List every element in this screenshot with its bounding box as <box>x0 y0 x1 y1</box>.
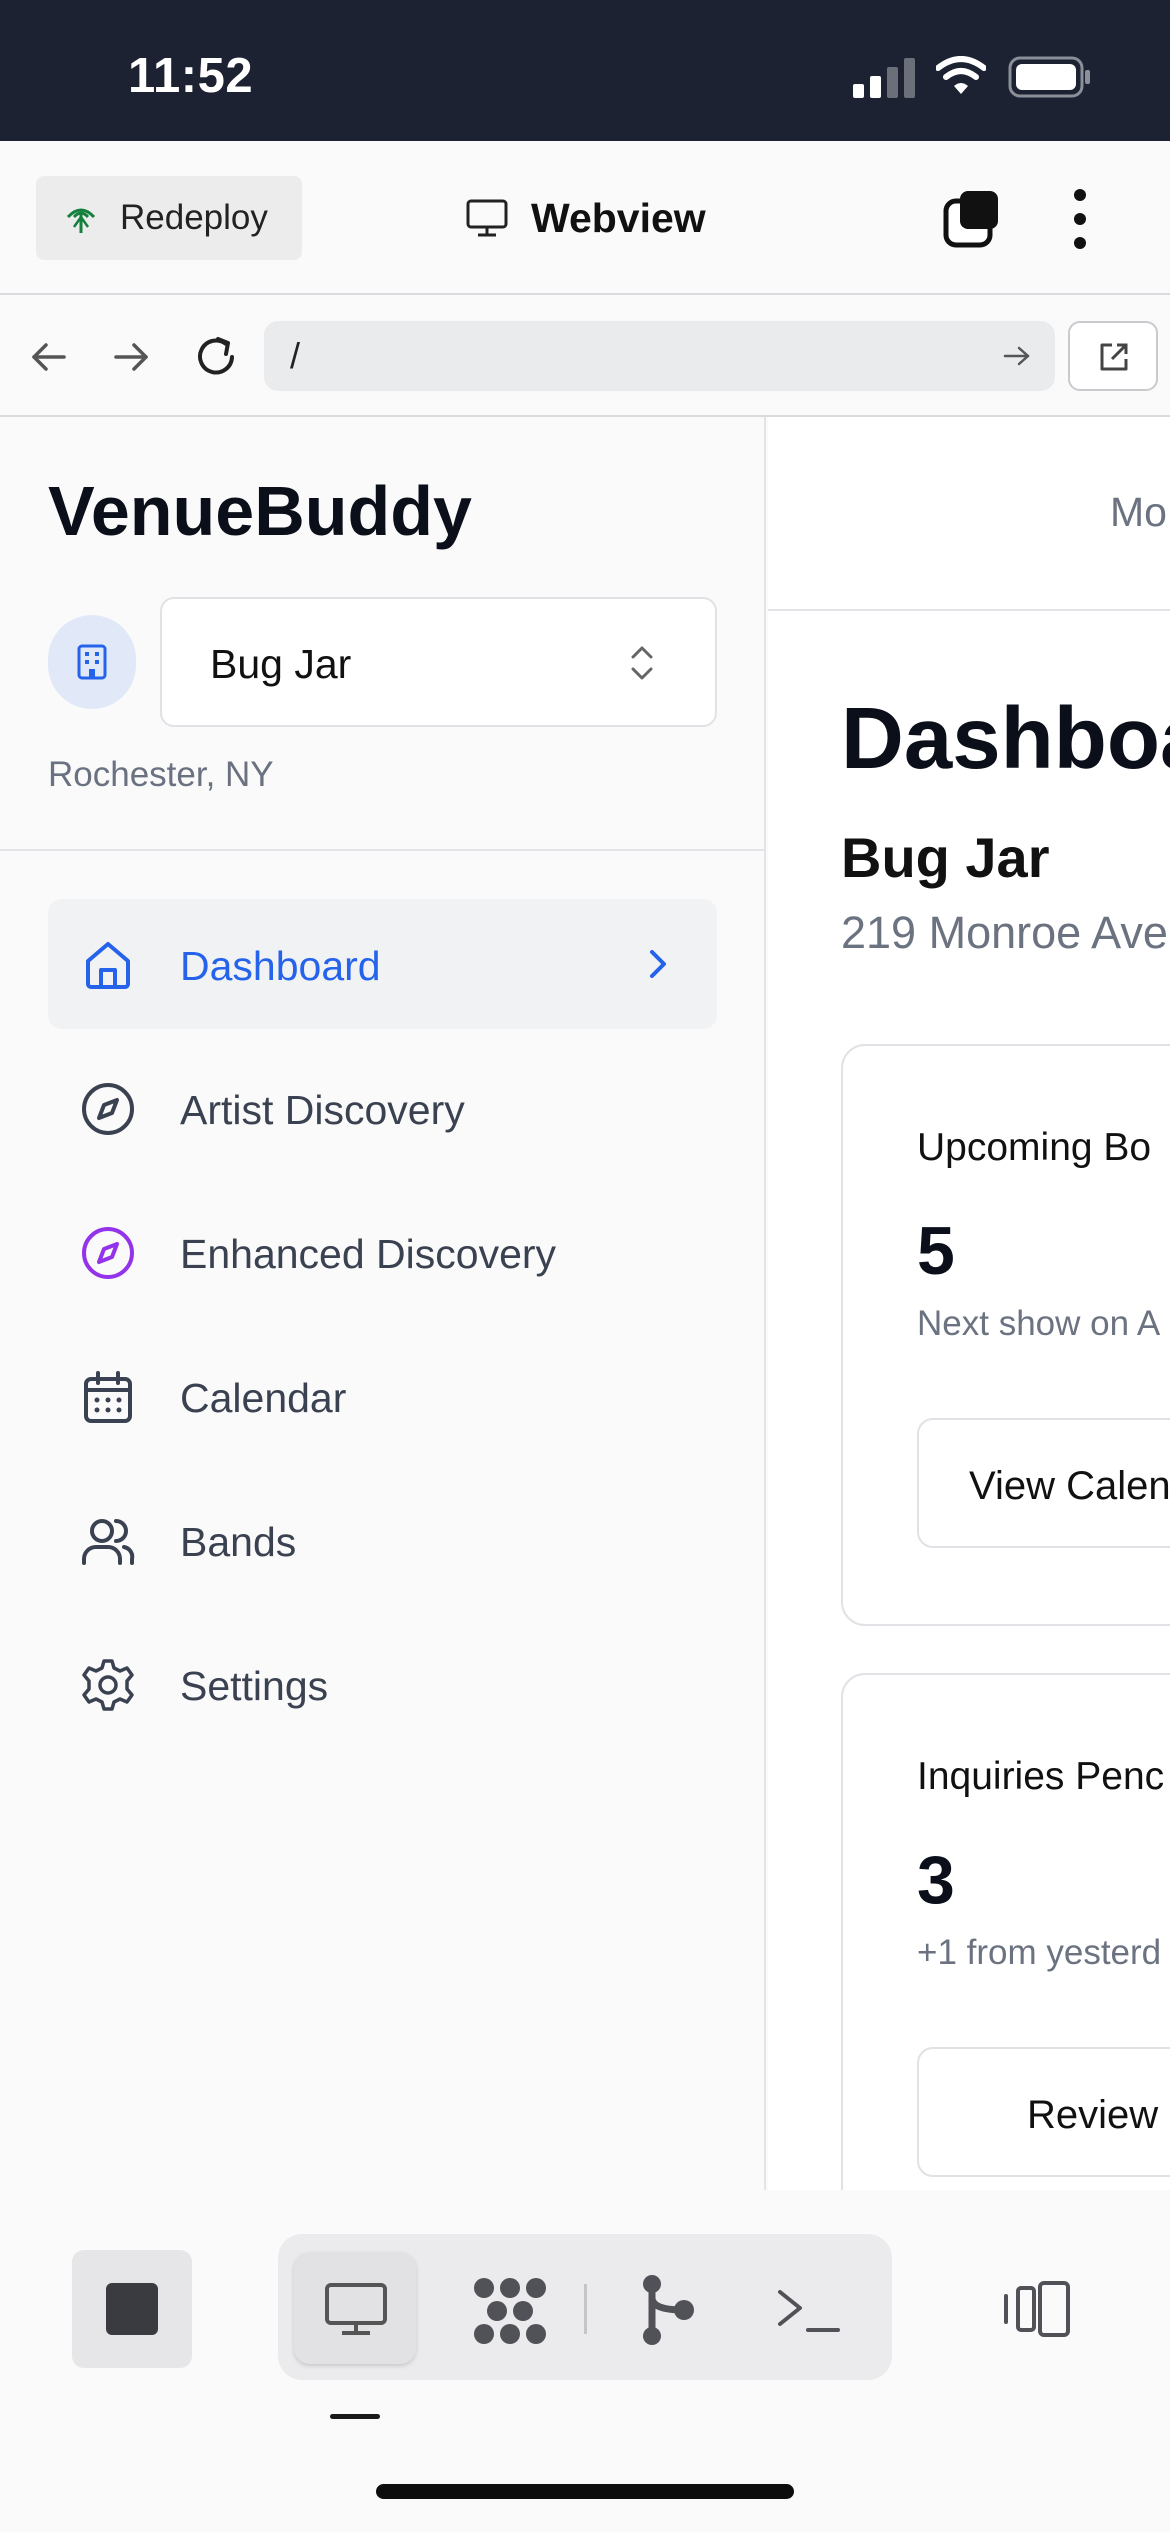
venue-select-value: Bug Jar <box>210 641 352 687</box>
card-subtitle: Next show on A <box>917 1304 1161 1343</box>
status-bar: 11:52 <box>0 0 1170 141</box>
stop-button[interactable] <box>72 2250 192 2368</box>
dock-terminal-button[interactable] <box>756 2252 868 2364</box>
panels-icon <box>1004 2281 1070 2337</box>
dock-active-indicator <box>330 2414 380 2419</box>
dock-workflow-button[interactable] <box>454 2252 566 2364</box>
sidebar-item-calendar[interactable]: Calendar <box>48 1331 717 1461</box>
home-indicator <box>376 2484 794 2499</box>
sidebar-item-settings[interactable]: Settings <box>48 1619 717 1749</box>
venue-name: Bug Jar <box>841 826 1050 889</box>
branch-icon <box>643 2275 694 2345</box>
users-icon <box>82 1519 135 1565</box>
sidebar-item-label: Bands <box>180 1519 297 1565</box>
battery-icon <box>1008 56 1090 98</box>
sidebar-item-enhanced-discovery[interactable]: Enhanced Discovery <box>48 1187 717 1317</box>
dock-webview-button[interactable] <box>294 2252 416 2364</box>
sidebar: VenueBuddy Bug Jar Rochester, NY Dashboa… <box>0 417 766 2190</box>
card-value: 5 <box>917 1213 955 1289</box>
sidebar-divider <box>0 849 766 851</box>
back-arrow-icon[interactable] <box>28 339 68 375</box>
chevron-right-icon <box>650 950 666 978</box>
top-toolbar: Redeploy Webview <box>0 141 1170 295</box>
chevron-up-down-icon <box>631 646 653 680</box>
card-value: 3 <box>917 1842 955 1918</box>
monitor-icon <box>325 2283 387 2335</box>
page-title: Dashboa <box>841 690 1170 787</box>
gear-icon <box>82 1659 134 1711</box>
tabs-icon[interactable] <box>942 189 1002 249</box>
dock-git-button[interactable] <box>612 2252 724 2364</box>
sidebar-item-label: Artist Discovery <box>180 1087 465 1133</box>
external-link-icon <box>1100 343 1128 371</box>
dock-separator <box>584 2284 587 2334</box>
venue-avatar <box>48 615 136 709</box>
url-input[interactable]: / <box>264 321 1055 391</box>
stop-icon <box>106 2283 158 2335</box>
main-header: Mo <box>768 417 1170 611</box>
status-time: 11:52 <box>128 49 254 103</box>
redeploy-label: Redeploy <box>120 198 268 237</box>
webview-title: Webview <box>465 185 706 251</box>
sidebar-item-artist-discovery[interactable]: Artist Discovery <box>48 1043 717 1173</box>
venue-address: 219 Monroe Ave <box>841 907 1168 958</box>
main-content: Mo Dashboa Bug Jar 219 Monroe Ave Upcomi… <box>768 417 1170 2190</box>
compass-icon <box>82 1083 134 1135</box>
sidebar-item-label: Dashboard <box>180 943 381 989</box>
sidebar-item-label: Enhanced Discovery <box>180 1231 557 1277</box>
button-label: View Calen <box>969 1464 1170 1508</box>
panels-button[interactable] <box>990 2254 1080 2364</box>
venue-select[interactable]: Bug Jar <box>160 597 717 727</box>
redeploy-icon <box>66 208 96 233</box>
signal-icon <box>853 58 915 98</box>
open-external-button[interactable] <box>1068 321 1158 391</box>
venue-location: Rochester, NY <box>48 755 274 794</box>
view-calendar-button[interactable]: View Calen <box>917 1418 1170 1548</box>
calendar-icon <box>84 1371 132 1423</box>
sidebar-item-label: Calendar <box>180 1375 347 1421</box>
url-text: / <box>290 335 301 376</box>
card-title: Upcoming Bo <box>917 1126 1152 1169</box>
card-title: Inquiries Penc <box>917 1755 1165 1798</box>
wifi-icon <box>936 56 986 94</box>
building-icon <box>77 644 107 680</box>
upcoming-bookings-card: Upcoming Bo 5 Next show on A View Calen <box>841 1044 1170 1626</box>
header-tab[interactable]: Mo <box>1110 489 1167 536</box>
card-subtitle: +1 from yesterd <box>917 1933 1162 1972</box>
reload-icon[interactable] <box>192 333 242 381</box>
url-toolbar: / <box>0 297 1170 417</box>
forward-arrow-icon[interactable] <box>112 339 152 375</box>
go-arrow-icon[interactable] <box>1002 343 1032 369</box>
sidebar-item-dashboard[interactable]: Dashboard <box>48 899 717 1029</box>
inquiries-pending-card: Inquiries Penc 3 +1 from yesterd Review <box>841 1673 1170 2190</box>
button-label: Review <box>1027 2093 1159 2137</box>
dock-group <box>278 2234 892 2380</box>
monitor-icon <box>466 199 508 237</box>
bottom-dock <box>0 2190 1170 2532</box>
app-title: VenueBuddy <box>48 472 472 550</box>
compass-icon <box>82 1227 134 1279</box>
review-button[interactable]: Review <box>917 2047 1170 2177</box>
terminal-icon <box>778 2290 840 2332</box>
sidebar-item-label: Settings <box>180 1663 329 1709</box>
home-icon <box>86 942 130 989</box>
redeploy-button[interactable]: Redeploy <box>36 176 302 260</box>
webview-label: Webview <box>531 194 706 241</box>
more-options-icon[interactable] <box>1070 187 1090 251</box>
sidebar-item-bands[interactable]: Bands <box>48 1475 717 1605</box>
grid-dots-icon <box>474 2278 546 2344</box>
